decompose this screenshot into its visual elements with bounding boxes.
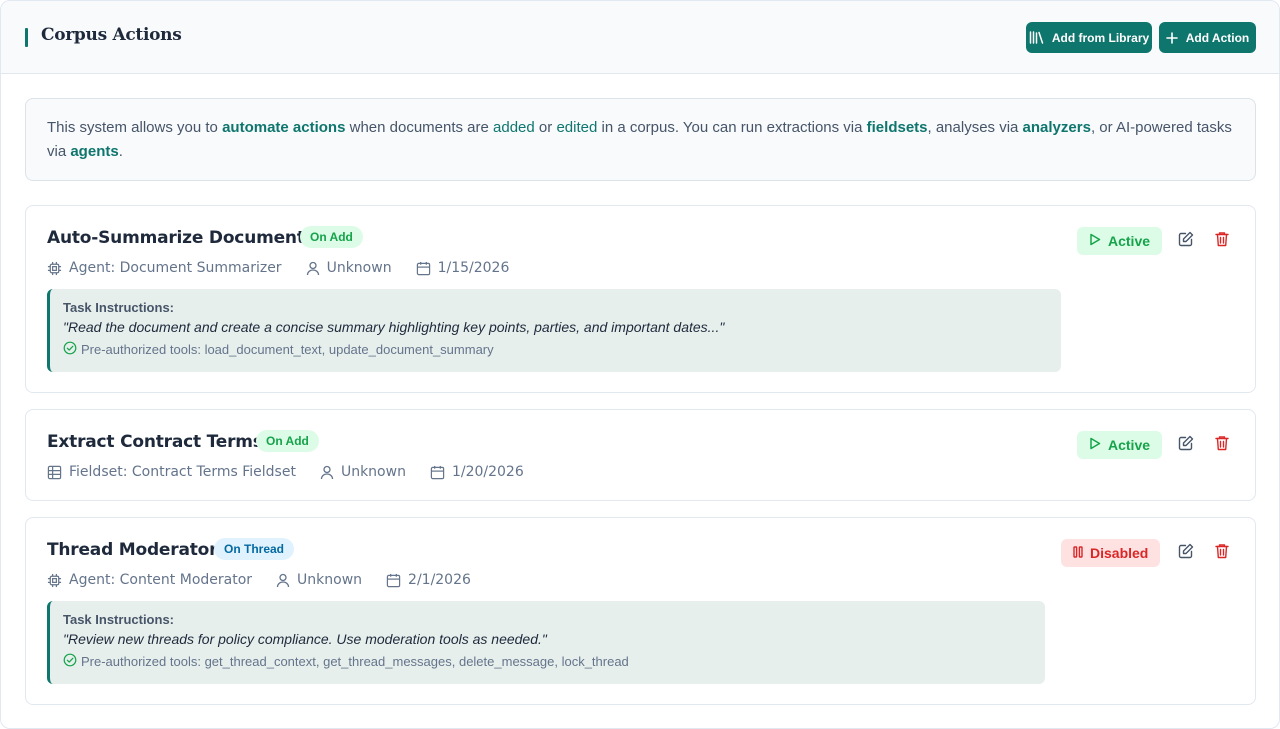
play-icon — [1089, 437, 1101, 453]
action-name: Auto-Summarize Documents — [47, 228, 315, 248]
source-label: Agent: Content Moderator — [69, 572, 253, 588]
trigger-badge: On Add — [256, 430, 319, 452]
calendar-icon — [416, 261, 431, 276]
meta-source: Agent: Document Summarizer — [47, 260, 282, 276]
info-text: , analyses via — [927, 119, 1023, 136]
action-name: Thread Moderator — [47, 540, 218, 560]
info-text: or — [534, 119, 557, 136]
library-icon — [1029, 31, 1044, 44]
task-label: Task Instructions: — [63, 612, 175, 627]
delete-button[interactable] — [1212, 231, 1232, 251]
meta-source: Fieldset: Contract Terms Fieldset — [47, 464, 296, 480]
edit-icon — [1178, 435, 1194, 455]
delete-button[interactable] — [1212, 435, 1232, 455]
add-from-library-label: Add from Library — [1051, 30, 1150, 45]
action-card: Thread Moderator On Thread Agent: Conten… — [25, 517, 1256, 705]
source-label: Agent: Document Summarizer — [69, 260, 282, 276]
user-icon — [320, 465, 334, 480]
info-text: This system allows you to — [47, 119, 223, 136]
pause-icon — [1073, 545, 1083, 561]
action-meta: Agent: Content Moderator Unknown 2/1/202… — [47, 572, 495, 588]
info-banner: This system allows you to automate actio… — [25, 98, 1256, 181]
date-label: 2/1/2026 — [408, 572, 471, 588]
trash-icon — [1215, 231, 1229, 251]
info-highlight-analyzers: analyzers — [1022, 119, 1091, 136]
status-toggle-active[interactable]: Active — [1077, 227, 1163, 255]
meta-date: 1/15/2026 — [416, 260, 510, 276]
meta-creator: Unknown — [276, 572, 362, 588]
calendar-icon — [430, 465, 445, 480]
edit-icon — [1178, 543, 1194, 563]
calendar-icon — [386, 573, 401, 588]
task-text: "Review new threads for policy complianc… — [63, 631, 547, 647]
play-icon — [1089, 233, 1101, 249]
info-highlight-added: added — [493, 119, 535, 136]
status-label: Active — [1108, 233, 1151, 249]
meta-date: 1/20/2026 — [430, 464, 524, 480]
edit-button[interactable] — [1176, 543, 1196, 563]
tools-label: Pre-authorized tools: get_thread_context… — [81, 654, 629, 669]
panel-header: Corpus Actions Add from Library Add Acti… — [1, 1, 1279, 74]
meta-source: Agent: Content Moderator — [47, 572, 252, 588]
status-toggle-disabled[interactable]: Disabled — [1061, 539, 1161, 567]
info-highlight-agents: agents — [70, 143, 119, 160]
page-title: Corpus Actions — [41, 25, 182, 45]
date-label: 1/20/2026 — [451, 464, 524, 480]
action-card: Auto-Summarize Documents On Add Agent: D… — [25, 205, 1256, 393]
table-icon — [47, 465, 62, 480]
creator-label: Unknown — [340, 464, 406, 480]
status-label: Active — [1108, 437, 1151, 453]
corpus-actions-panel: Corpus Actions Add from Library Add Acti… — [0, 0, 1280, 729]
trigger-badge: On Add — [300, 226, 363, 248]
check-circle-icon — [63, 341, 77, 358]
trigger-badge: On Thread — [214, 538, 295, 560]
trash-icon — [1215, 435, 1229, 455]
user-icon — [276, 573, 290, 588]
edit-icon — [1178, 231, 1194, 251]
action-name: Extract Contract Terms — [47, 432, 263, 452]
task-instructions: Task Instructions: "Read the document an… — [47, 289, 1061, 372]
info-highlight-fieldsets: fieldsets — [866, 119, 928, 136]
add-action-button[interactable]: Add Action — [1159, 22, 1256, 53]
task-label: Task Instructions: — [63, 300, 175, 315]
user-icon — [306, 261, 320, 276]
info-text: in a corpus. You can run extractions via — [597, 119, 867, 136]
action-meta: Fieldset: Contract Terms Fieldset Unknow… — [47, 464, 548, 480]
status-toggle-active[interactable]: Active — [1077, 431, 1163, 459]
task-text: "Read the document and create a concise … — [63, 319, 725, 335]
add-from-library-button[interactable]: Add from Library — [1026, 22, 1152, 53]
title-accent-bar — [25, 28, 28, 47]
edit-button[interactable] — [1176, 231, 1196, 251]
info-highlight-edited: edited — [556, 119, 598, 136]
tools-label: Pre-authorized tools: load_document_text… — [81, 342, 494, 357]
action-meta: Agent: Document Summarizer Unknown 1/15/… — [47, 260, 533, 276]
edit-button[interactable] — [1176, 435, 1196, 455]
meta-date: 2/1/2026 — [386, 572, 471, 588]
creator-label: Unknown — [297, 572, 363, 588]
check-circle-icon — [63, 653, 77, 670]
trash-icon — [1215, 543, 1229, 563]
cpu-icon — [47, 261, 62, 276]
creator-label: Unknown — [326, 260, 392, 276]
meta-creator: Unknown — [320, 464, 406, 480]
status-label: Disabled — [1090, 545, 1149, 561]
plus-icon — [1165, 31, 1178, 44]
info-text: . — [118, 143, 123, 160]
info-text: when documents are — [345, 119, 494, 136]
preauthorized-tools: Pre-authorized tools: get_thread_context… — [63, 653, 1045, 670]
preauthorized-tools: Pre-authorized tools: load_document_text… — [63, 341, 1061, 358]
source-label: Fieldset: Contract Terms Fieldset — [69, 464, 296, 480]
delete-button[interactable] — [1212, 543, 1232, 563]
date-label: 1/15/2026 — [437, 260, 510, 276]
task-instructions: Task Instructions: "Review new threads f… — [47, 601, 1045, 684]
action-card: Extract Contract Terms On Add Fieldset: … — [25, 409, 1256, 501]
cpu-icon — [47, 573, 62, 588]
meta-creator: Unknown — [306, 260, 392, 276]
info-highlight-automate-actions: automate actions — [222, 119, 346, 136]
add-action-label: Add Action — [1185, 30, 1250, 45]
